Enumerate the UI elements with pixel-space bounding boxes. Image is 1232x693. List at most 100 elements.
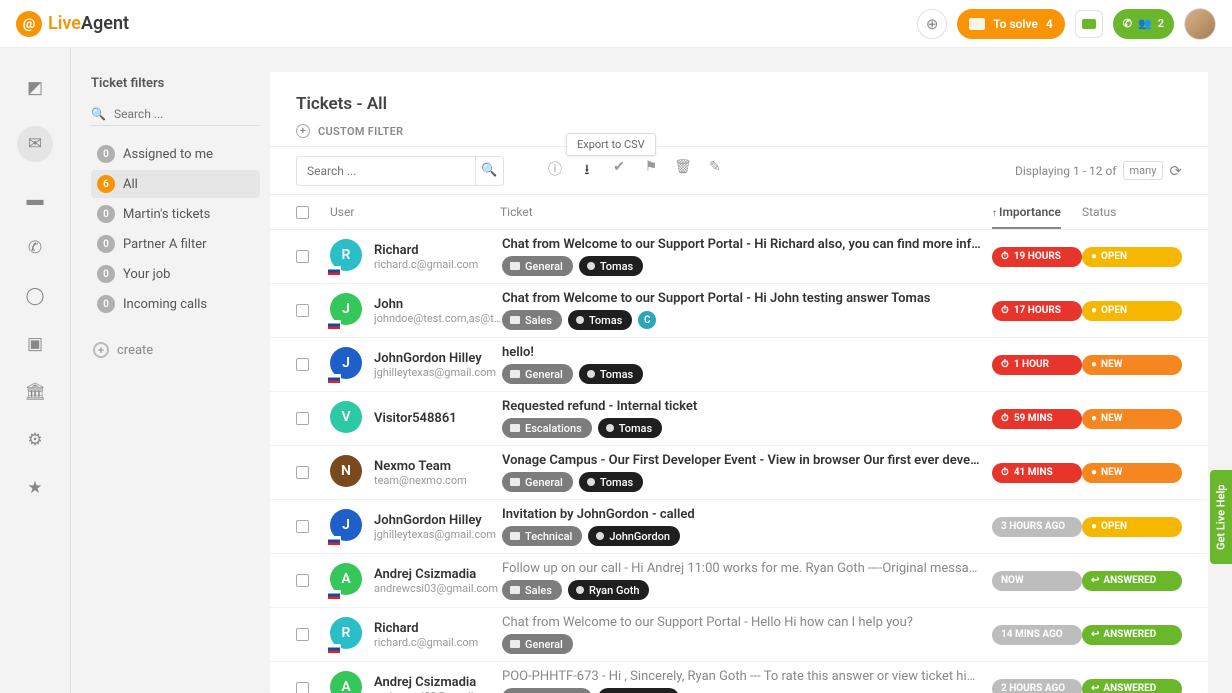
edit-button[interactable]: ✎ <box>702 159 728 183</box>
ticket-chips: General Tomas <box>502 256 982 276</box>
department-chip[interactable]: Escalations <box>502 418 592 438</box>
select-all-checkbox[interactable] <box>296 206 309 219</box>
ticket-row[interactable]: A Andrej Csizmadia andrewcsi03@gmail.com… <box>270 662 1208 693</box>
filter-item[interactable]: 0Your job <box>91 260 260 288</box>
folder-icon <box>510 262 520 270</box>
status-icon: ● <box>1091 467 1097 478</box>
status-icon: ↩ <box>1091 629 1099 640</box>
row-checkbox[interactable] <box>296 358 309 371</box>
resolve-button[interactable]: ✔ <box>606 159 632 183</box>
department-chip[interactable]: General <box>502 256 573 276</box>
to-solve-button[interactable]: To solve 4 <box>957 9 1065 39</box>
status-icon: ● <box>1091 359 1097 370</box>
filter-item[interactable]: 6All <box>91 170 260 198</box>
col-status[interactable]: Status <box>1082 205 1182 219</box>
logo[interactable]: @ LiveAgent <box>16 11 129 37</box>
info-button[interactable]: ⓘ <box>542 159 568 183</box>
row-checkbox[interactable] <box>296 574 309 587</box>
agent-chip[interactable]: Tomas <box>579 472 643 492</box>
chat-status-button[interactable] <box>1075 10 1103 38</box>
department-chip[interactable]: Sales <box>502 580 562 600</box>
agent-chip[interactable]: Tomas <box>598 418 662 438</box>
flag-icon <box>327 266 341 276</box>
department-chip[interactable]: General <box>502 364 573 384</box>
extra-chip[interactable]: C <box>638 311 656 329</box>
ticket-row[interactable]: R Richard richard.c@gmail.com Chat from … <box>270 230 1208 284</box>
department-chip[interactable]: Technical <box>502 526 582 546</box>
display-many[interactable]: many <box>1123 161 1164 180</box>
phone-icon: ✆ <box>28 238 42 258</box>
ticket-search-button[interactable]: 🔍 <box>475 157 503 185</box>
plus-icon: ⊕ <box>926 15 939 33</box>
spam-button[interactable]: ⚑ <box>638 159 664 183</box>
nav-kb[interactable]: 🏛 <box>24 382 46 402</box>
department-chip[interactable]: General <box>502 472 573 492</box>
ticket-info: Chat from Welcome to our Support Portal … <box>502 237 992 276</box>
importance-cell: 17 HOURS <box>992 301 1082 321</box>
user-info: Nexmo Team team@nexmo.com <box>374 459 502 487</box>
agent-chip[interactable]: Ryan Goth <box>598 688 680 693</box>
col-importance[interactable]: ↑Importance <box>992 205 1082 219</box>
row-checkbox[interactable] <box>296 628 309 641</box>
ticket-row[interactable]: V Visitor548861 Requested refund - Inter… <box>270 392 1208 446</box>
person-icon <box>587 370 595 378</box>
user-avatar[interactable] <box>1184 8 1216 40</box>
filter-item[interactable]: 0Partner A filter <box>91 230 260 258</box>
row-checkbox[interactable] <box>296 304 309 317</box>
filter-item[interactable]: 0Assigned to me <box>91 140 260 168</box>
department-chip[interactable]: Sales <box>502 310 562 330</box>
agent-chip[interactable]: Tomas <box>568 310 632 330</box>
add-button[interactable]: ⊕ <box>917 9 947 39</box>
folder-icon <box>510 316 520 324</box>
ticket-row[interactable]: A Andrej Csizmadia andrewcsi03@gmail.com… <box>270 554 1208 608</box>
nav-calls[interactable]: ✆ <box>24 238 46 258</box>
nav-chats[interactable]: ▬ <box>24 190 46 210</box>
ticket-row[interactable]: J JohnGordon Hilley jghilleytexas@gmail.… <box>270 500 1208 554</box>
nav-ring[interactable]: ◯ <box>24 286 46 306</box>
importance-cell: NOW <box>992 571 1082 591</box>
filter-search[interactable]: 🔍 <box>91 103 260 126</box>
ticket-search-input[interactable] <box>297 164 475 178</box>
row-checkbox[interactable] <box>296 250 309 263</box>
ticket-chips: Escalations Ryan Goth <box>502 688 982 693</box>
agent-chip[interactable]: Tomas <box>579 256 643 276</box>
avatar-circle: A <box>330 671 362 693</box>
delete-button[interactable]: 🗑 <box>670 159 696 183</box>
filter-create[interactable]: + create <box>91 342 260 358</box>
ticket-row[interactable]: N Nexmo Team team@nexmo.com Vonage Campu… <box>270 446 1208 500</box>
filter-item[interactable]: 0Incoming calls <box>91 290 260 318</box>
filter-item[interactable]: 0Martin's tickets <box>91 200 260 228</box>
nav-extensions[interactable]: ★ <box>24 478 46 498</box>
export-button[interactable]: ⭳ <box>574 159 600 183</box>
ticket-subject: Chat from Welcome to our Support Portal … <box>502 615 982 630</box>
nav-contacts[interactable]: ▣ <box>24 334 46 354</box>
custom-filter-button[interactable]: + CUSTOM FILTER <box>296 124 1182 138</box>
row-checkbox[interactable] <box>296 466 309 479</box>
nav-tickets[interactable]: ✉ <box>17 126 53 162</box>
nav-dashboard[interactable]: ◩ <box>24 78 46 98</box>
row-checkbox[interactable] <box>296 682 309 693</box>
ticket-row[interactable]: J John johndoe@test.com,as@t… Chat from … <box>270 284 1208 338</box>
ticket-subject: Invitation by JohnGordon - called <box>502 507 982 522</box>
department-chip[interactable]: General <box>502 634 573 654</box>
col-user[interactable]: User <box>330 205 500 219</box>
filter-label: Incoming calls <box>123 297 207 312</box>
agent-chip[interactable]: Ryan Goth <box>568 580 650 600</box>
agent-chip[interactable]: Tomas <box>579 364 643 384</box>
ticket-row[interactable]: J JohnGordon Hilley jghilleytexas@gmail.… <box>270 338 1208 392</box>
col-ticket[interactable]: Ticket <box>500 205 992 219</box>
department-chip[interactable]: Escalations <box>502 688 592 693</box>
ticket-row[interactable]: R Richard richard.c@gmail.com Chat from … <box>270 608 1208 662</box>
row-checkbox[interactable] <box>296 520 309 533</box>
status-cell: ●OPEN <box>1082 247 1182 267</box>
filter-search-input[interactable] <box>114 107 270 121</box>
live-help-tab[interactable]: Get Live Help <box>1210 470 1232 564</box>
refresh-button[interactable]: ⟳ <box>1169 162 1182 180</box>
filter-count: 0 <box>97 205 115 223</box>
row-checkbox[interactable] <box>296 412 309 425</box>
call-visitors-button[interactable]: ✆ 👥 2 <box>1113 9 1174 39</box>
user-avatar: J <box>330 293 366 329</box>
agent-chip[interactable]: JohnGordon <box>588 526 680 546</box>
nav-settings[interactable]: ⚙ <box>24 430 46 450</box>
user-info: Richard richard.c@gmail.com <box>374 243 502 271</box>
